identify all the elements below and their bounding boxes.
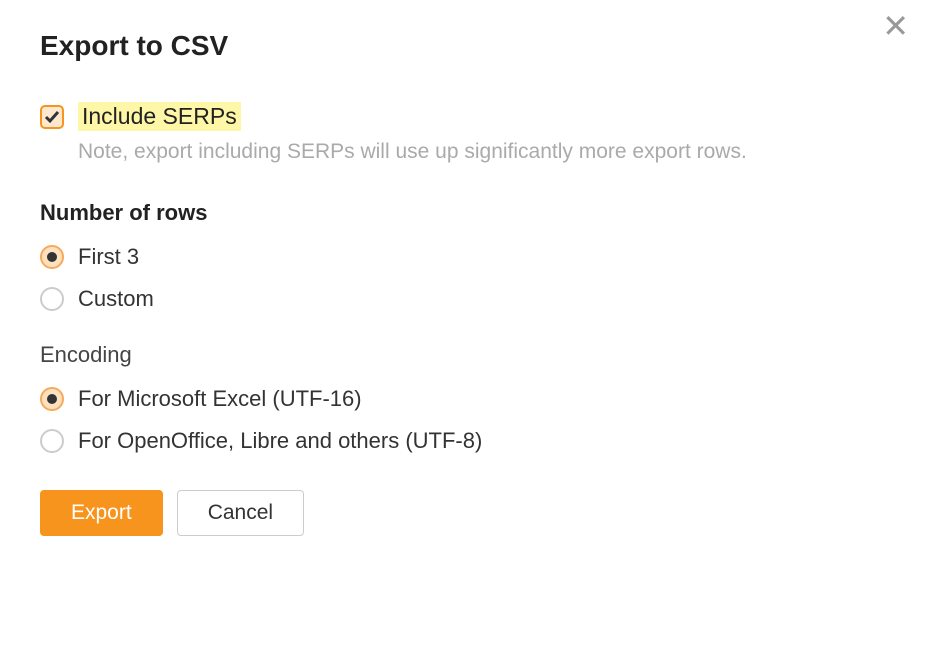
encoding-option-openoffice[interactable]: For OpenOffice, Libre and others (UTF-8) — [40, 428, 889, 454]
radio-button[interactable] — [40, 287, 64, 311]
close-icon[interactable]: ✕ — [882, 10, 909, 42]
dialog-title: Export to CSV — [40, 30, 889, 62]
include-serps-note: Note, export including SERPs will use up… — [78, 137, 889, 166]
radio-label: Custom — [78, 286, 154, 312]
radio-label: First 3 — [78, 244, 139, 270]
include-serps-checkbox[interactable] — [40, 105, 64, 129]
rows-section-label: Number of rows — [40, 200, 889, 226]
encoding-option-excel[interactable]: For Microsoft Excel (UTF-16) — [40, 386, 889, 412]
include-serps-checkbox-row[interactable]: Include SERPs — [40, 102, 889, 131]
export-button[interactable]: Export — [40, 490, 163, 536]
export-csv-dialog: ✕ Export to CSV Include SERPs Note, expo… — [0, 0, 929, 566]
radio-label: For Microsoft Excel (UTF-16) — [78, 386, 362, 412]
radio-button[interactable] — [40, 429, 64, 453]
rows-option-first[interactable]: First 3 — [40, 244, 889, 270]
rows-option-custom[interactable]: Custom — [40, 286, 889, 312]
radio-button[interactable] — [40, 387, 64, 411]
dialog-buttons: Export Cancel — [40, 490, 889, 536]
encoding-section-label: Encoding — [40, 342, 889, 368]
check-icon — [44, 109, 60, 125]
cancel-button[interactable]: Cancel — [177, 490, 304, 536]
radio-button[interactable] — [40, 245, 64, 269]
radio-label: For OpenOffice, Libre and others (UTF-8) — [78, 428, 482, 454]
include-serps-label: Include SERPs — [78, 102, 241, 131]
